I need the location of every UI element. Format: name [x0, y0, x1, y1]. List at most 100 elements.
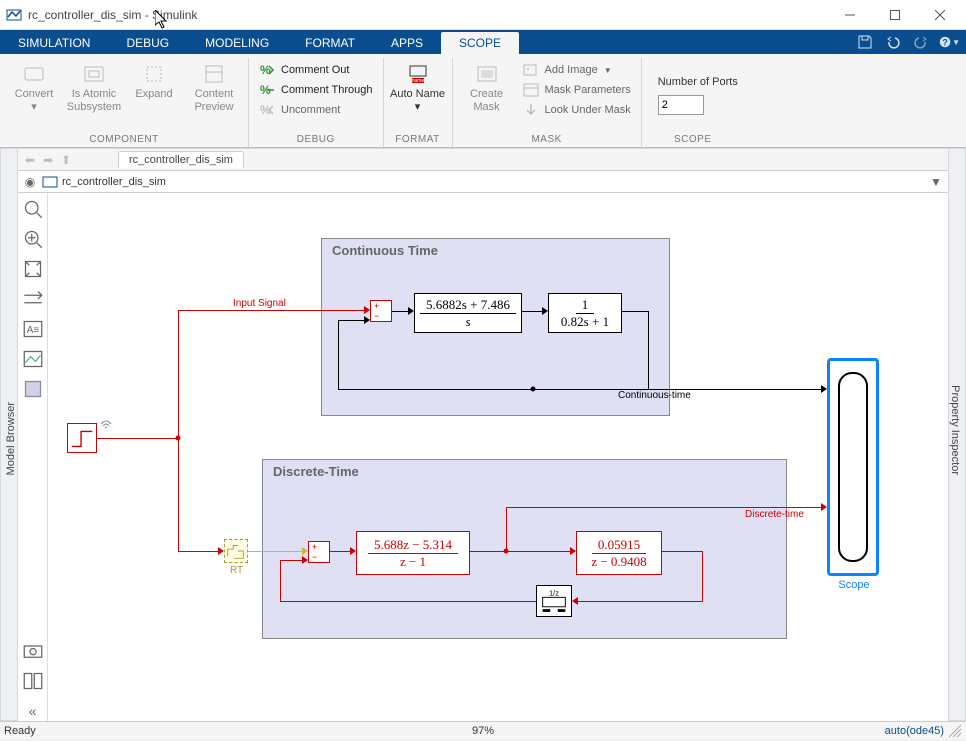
- maximize-button[interactable]: [872, 0, 917, 30]
- input-signal-label: Input Signal: [233, 298, 286, 309]
- num-ports-label: Number of Ports: [658, 76, 738, 88]
- property-inspector-label: Property Inspector: [949, 386, 961, 476]
- group-mask-caption: MASK: [459, 132, 635, 145]
- path-dropdown-icon[interactable]: ▼: [930, 175, 948, 189]
- look-under-mask-button: Look Under Mask: [519, 100, 635, 120]
- model-browser-label: Model Browser: [5, 402, 17, 475]
- content-preview-label: Content Preview: [186, 88, 242, 114]
- look-under-label: Look Under Mask: [545, 104, 631, 116]
- tab-debug[interactable]: DEBUG: [108, 32, 187, 54]
- fit-to-view-icon[interactable]: [23, 199, 43, 219]
- area-icon[interactable]: [23, 379, 43, 399]
- nav-fwd-icon[interactable]: ➡: [40, 152, 56, 168]
- look-under-icon: [523, 102, 539, 118]
- group-debug-caption: DEBUG: [255, 132, 377, 145]
- redo-icon[interactable]: [910, 31, 932, 53]
- svg-text:A≡: A≡: [26, 325, 39, 336]
- create-mask-button: Create Mask: [459, 58, 515, 132]
- fit-icon[interactable]: [23, 259, 43, 279]
- model-icon: [42, 174, 58, 190]
- svg-text:name: name: [411, 78, 424, 84]
- tf-ct-plant[interactable]: 10.82s + 1: [548, 293, 622, 333]
- toolstrip-content: Convert▾ Is Atomic Subsystem Expand Cont…: [0, 54, 966, 148]
- group-component-caption: COMPONENT: [6, 132, 242, 145]
- auto-name-button[interactable]: name Auto Name ▾: [390, 58, 446, 132]
- editor-row: A≡ « Continuous Time Discrete-Time: [18, 193, 948, 721]
- tab-modeling[interactable]: MODELING: [187, 32, 287, 54]
- num-ports-input[interactable]: [658, 95, 704, 115]
- group-mask: Create Mask Add Image ▼ Mask Parameters …: [453, 58, 642, 147]
- nav-back-icon[interactable]: ⬅: [22, 152, 38, 168]
- discrete-time-area[interactable]: Discrete-Time: [262, 459, 787, 639]
- create-mask-label: Create Mask: [459, 88, 515, 114]
- scope-label: Scope: [834, 579, 874, 591]
- comment-through-button[interactable]: % Comment Through: [255, 80, 377, 100]
- group-format-caption: FORMAT: [390, 132, 446, 145]
- tab-scope[interactable]: SCOPE: [441, 32, 519, 54]
- uncomment-label: Uncomment: [281, 104, 340, 116]
- expand-label: Expand: [135, 88, 172, 101]
- close-button[interactable]: [917, 0, 962, 30]
- sum-block-ct[interactable]: +−: [370, 300, 392, 322]
- expand-button: Expand: [126, 58, 182, 132]
- undo-icon[interactable]: [882, 31, 904, 53]
- work-area: Model Browser ⬅ ➡ ⬆ rc_controller_dis_si…: [0, 148, 966, 721]
- model-tab[interactable]: rc_controller_dis_sim: [118, 151, 244, 168]
- window-title: rc_controller_dis_sim - Simulink: [28, 8, 197, 22]
- annotation-icon[interactable]: A≡: [23, 319, 43, 339]
- svg-text:?: ?: [942, 38, 947, 48]
- title-bar: rc_controller_dis_sim - Simulink: [0, 0, 966, 30]
- palette: A≡ «: [18, 193, 48, 721]
- svg-text:%: %: [260, 63, 271, 77]
- rate-transition-block[interactable]: [224, 539, 248, 563]
- toolstrip-tabs: SIMULATION DEBUG MODELING FORMAT APPS SC…: [0, 30, 966, 54]
- status-bar: Ready 97% auto(ode45): [0, 721, 966, 739]
- save-icon[interactable]: [854, 31, 876, 53]
- model-path[interactable]: rc_controller_dis_sim: [62, 176, 166, 188]
- group-debug: % Comment Out % Comment Through % Uncomm…: [249, 58, 384, 147]
- help-icon[interactable]: ? ▼: [938, 31, 960, 53]
- collapse-icon[interactable]: «: [23, 701, 43, 721]
- comment-through-label: Comment Through: [281, 84, 373, 96]
- step-block[interactable]: [67, 423, 97, 453]
- model-browser-dock[interactable]: Model Browser: [0, 148, 18, 721]
- resize-grip-icon[interactable]: [948, 724, 962, 738]
- tab-simulation[interactable]: SIMULATION: [0, 32, 108, 54]
- image-icon[interactable]: [23, 349, 43, 369]
- mask-params-label: Mask Parameters: [545, 84, 631, 96]
- svg-text:1/z: 1/z: [549, 588, 559, 597]
- tf-dt-plant[interactable]: 0.05915z − 0.9408: [576, 531, 662, 575]
- simulink-app-icon: [6, 7, 22, 23]
- ct-out-label: Continuous-time: [618, 390, 691, 401]
- toggle-sample-time-icon[interactable]: [23, 289, 43, 309]
- tab-apps[interactable]: APPS: [373, 32, 441, 54]
- scope-block[interactable]: [827, 358, 879, 576]
- minimize-button[interactable]: [827, 0, 872, 30]
- auto-name-icon: name: [406, 62, 430, 86]
- atomic-label: Is Atomic Subsystem: [66, 88, 122, 114]
- tab-format[interactable]: FORMAT: [287, 32, 373, 54]
- property-inspector-dock[interactable]: Property Inspector: [948, 148, 966, 721]
- canvas[interactable]: Continuous Time Discrete-Time: [48, 193, 948, 721]
- add-image-button: Add Image ▼: [519, 60, 635, 80]
- dt-out-label: Discrete-time: [745, 509, 804, 520]
- mask-params-icon: [523, 82, 539, 98]
- model-data-editor-icon[interactable]: [23, 671, 43, 691]
- add-image-icon: [523, 62, 539, 78]
- zoom-icon[interactable]: [23, 229, 43, 249]
- wifi-icon: [100, 420, 112, 433]
- comment-out-icon: %: [259, 62, 275, 78]
- uncomment-button: % Uncomment: [255, 100, 377, 120]
- add-image-label: Add Image: [545, 64, 598, 76]
- snapshot-icon[interactable]: [23, 641, 43, 661]
- hierarchy-icon[interactable]: ◉: [22, 174, 38, 190]
- comment-out-label: Comment Out: [281, 64, 349, 76]
- convert-label: Convert: [15, 88, 54, 100]
- tf-ct-controller[interactable]: 5.6882s + 7.486s: [414, 293, 522, 333]
- memory-block[interactable]: 1/z: [536, 585, 572, 617]
- tf-dt-controller[interactable]: 5.688z − 5.314z − 1: [356, 531, 470, 575]
- sum-block-dt[interactable]: +−: [308, 541, 330, 563]
- nav-up-icon[interactable]: ⬆: [58, 152, 74, 168]
- comment-out-button[interactable]: % Comment Out: [255, 60, 377, 80]
- auto-name-label: Auto Name: [390, 88, 445, 100]
